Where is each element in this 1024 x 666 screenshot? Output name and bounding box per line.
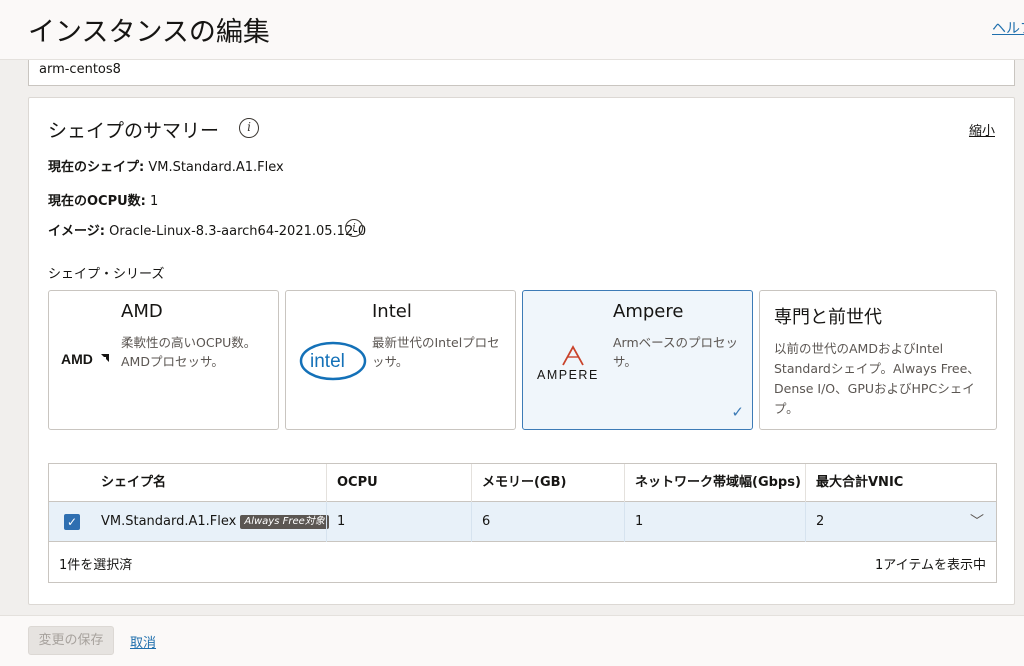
svg-text:AMD: AMD [61, 351, 93, 367]
image-value: Oracle-Linux-8.3-aarch64-2021.05.12-0 [109, 224, 367, 239]
network-cell: 1 [624, 502, 805, 542]
always-free-badge: Always Free対象 [240, 515, 329, 529]
items-shown: 1アイテムを表示中 [875, 558, 986, 573]
cancel-link[interactable]: 取消 [130, 632, 156, 651]
intel-logo-icon: intel [298, 337, 368, 385]
shape-table: シェイプ名 OCPU メモリー(GB) ネットワーク帯域幅(Gbps) 最大合計… [48, 463, 997, 583]
current-ocpu-value: 1 [150, 194, 159, 209]
svg-text:AMPERE: AMPERE [537, 368, 599, 382]
page-header: インスタンスの編集 ヘルプ [0, 0, 1024, 60]
series-card-intel[interactable]: Intel 最新世代のIntelプロセッサ。 intel [285, 290, 516, 430]
card-title: Ampere [613, 301, 684, 322]
card-title: AMD [121, 301, 163, 322]
column-header-shape[interactable]: シェイプ名 [91, 464, 326, 502]
main-content: arm-centos8 シェイプのサマリー i 縮小 現在のシェイプ: VM.S… [0, 60, 1024, 615]
shape-name: VM.Standard.A1.Flex [101, 514, 237, 529]
column-header-ocpu[interactable]: OCPU [326, 464, 471, 502]
amd-logo-icon: AMD [61, 349, 121, 389]
column-header-memory[interactable]: メモリー(GB) [471, 464, 624, 502]
panel-title: シェイプのサマリー [48, 120, 220, 142]
current-ocpu-label: 現在のOCPU数: [48, 194, 146, 209]
card-desc: 柔軟性の高いOCPU数。AMDプロセッサ。 [121, 335, 257, 369]
vnic-value: 2 [816, 514, 825, 529]
svg-text:intel: intel [310, 351, 345, 372]
card-title: 専門と前世代 [774, 307, 882, 328]
card-desc: Armベースのプロセッサ。 [613, 335, 739, 369]
shape-summary-panel: シェイプのサマリー i 縮小 現在のシェイプ: VM.Standard.A1.F… [28, 97, 1015, 605]
page-footer: 変更の保存 取消 [0, 615, 1024, 666]
help-link[interactable]: ヘルプ [992, 18, 1024, 38]
row-checkbox[interactable]: ✓ [64, 514, 80, 530]
image-info-icon[interactable]: i [345, 219, 363, 237]
chevron-down-icon[interactable]: ﹀ [970, 502, 984, 542]
collapse-link[interactable]: 縮小 [969, 120, 995, 139]
ocpu-cell: 1 [326, 502, 471, 542]
ampere-logo-icon: AMPERE [535, 343, 611, 383]
image-label: イメージ: [48, 224, 105, 239]
image-row: イメージ: Oracle-Linux-8.3-aarch64-2021.05.1… [48, 220, 366, 239]
current-shape-value: VM.Standard.A1.Flex [148, 160, 284, 175]
save-button[interactable]: 変更の保存 [28, 626, 114, 655]
table-row[interactable]: ✓ VM.Standard.A1.Flex Always Free対象 1 6 1… [49, 502, 996, 542]
memory-cell: 6 [471, 502, 624, 542]
page-title: インスタンスの編集 [28, 17, 270, 48]
shape-cell: VM.Standard.A1.Flex Always Free対象 [91, 502, 329, 542]
selected-check-icon: ✓ [731, 403, 744, 421]
current-shape-row: 現在のシェイプ: VM.Standard.A1.Flex [48, 156, 284, 175]
instance-name-field[interactable]: arm-centos8 [28, 60, 1015, 86]
selected-count: 1件を選択済 [59, 558, 133, 573]
card-title: Intel [372, 301, 412, 322]
card-desc: 最新世代のIntelプロセッサ。 [372, 335, 500, 369]
vnic-cell: 2 ﹀ [805, 502, 996, 542]
table-header: シェイプ名 OCPU メモリー(GB) ネットワーク帯域幅(Gbps) 最大合計… [49, 464, 996, 502]
column-header-network[interactable]: ネットワーク帯域幅(Gbps) [624, 464, 805, 502]
info-icon[interactable]: i [239, 118, 259, 138]
column-header-vnic[interactable]: 最大合計VNIC [805, 464, 996, 502]
series-label: シェイプ・シリーズ [48, 267, 165, 282]
current-ocpu-row: 現在のOCPU数: 1 [48, 190, 158, 209]
series-card-ampere[interactable]: Ampere Armベースのプロセッサ。 AMPERE ✓ [522, 290, 753, 430]
card-desc: 以前の世代のAMDおよびIntel Standardシェイプ。Always Fr… [774, 341, 980, 416]
current-shape-label: 現在のシェイプ: [48, 160, 145, 175]
series-card-amd[interactable]: AMD 柔軟性の高いOCPU数。AMDプロセッサ。 AMD [48, 290, 279, 430]
series-card-specialty[interactable]: 専門と前世代 以前の世代のAMDおよびIntel Standardシェイプ。Al… [759, 290, 997, 430]
